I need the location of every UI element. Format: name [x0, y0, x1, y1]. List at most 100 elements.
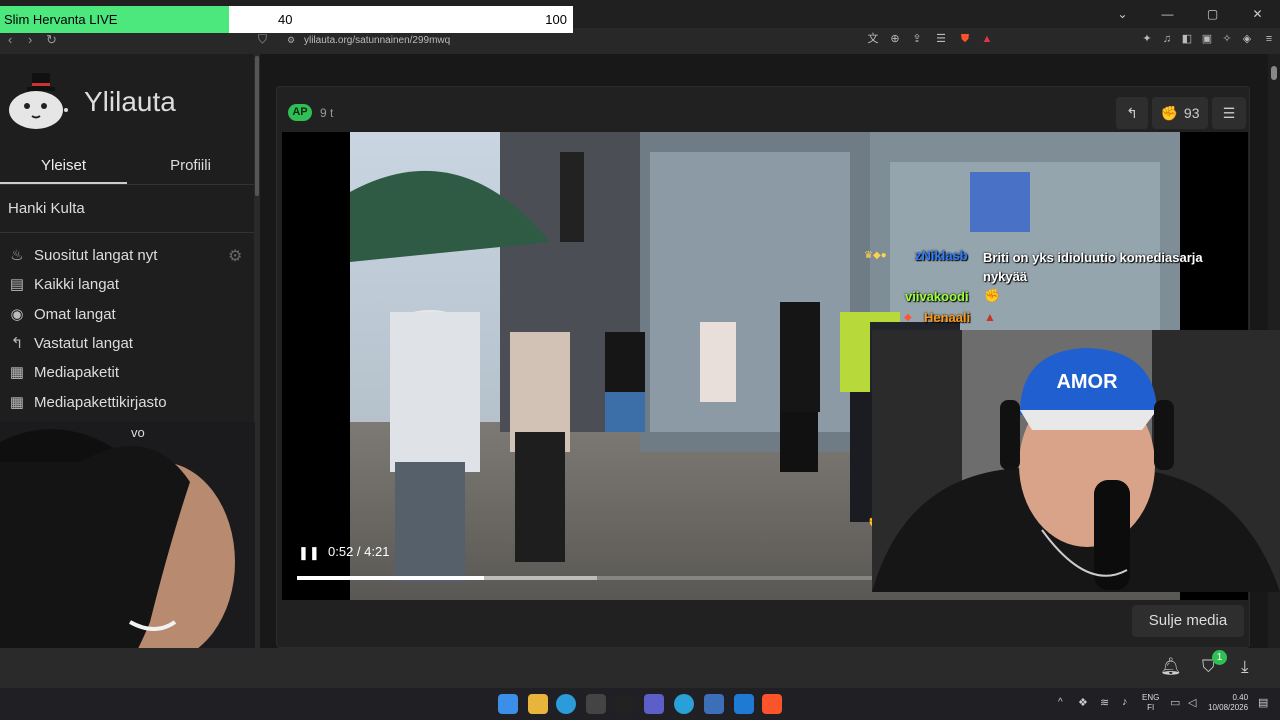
webcam-right: AMOR — [872, 330, 1280, 592]
sidebar-item-all-threads[interactable]: ▤ Kaikki langat — [8, 273, 119, 295]
sidebar-item-label: Mediapaketit — [34, 363, 120, 381]
get-gold-link[interactable]: Hanki Kulta — [8, 200, 85, 217]
file-explorer-icon[interactable] — [528, 694, 548, 714]
sidebar-item-label: Vastatut langat — [34, 334, 133, 352]
minimize-icon[interactable]: — — [1145, 0, 1190, 28]
app-icon[interactable] — [704, 694, 724, 714]
url-text[interactable]: ylilauta.org/satunnainen/299mwq — [304, 35, 450, 46]
emote-icon: ✊ — [984, 288, 1001, 303]
download-icon[interactable]: ⤓ — [1241, 657, 1249, 677]
upvote-button[interactable]: ✊ 93 — [1152, 97, 1208, 129]
display-icon[interactable]: ▭ — [1170, 696, 1180, 709]
tab-list-icon[interactable]: ⌄ — [1100, 0, 1145, 28]
reply-icon: ↰ — [10, 335, 24, 352]
zoom-icon[interactable]: ⊕ — [888, 32, 902, 46]
upvote-count: 93 — [1183, 105, 1200, 121]
taskbar — [0, 688, 1280, 720]
close-icon[interactable]: ✕ — [1235, 0, 1280, 28]
translate-icon[interactable]: 文 — [866, 32, 880, 46]
divider — [0, 232, 254, 233]
keyboard-language[interactable]: ENG FI — [1142, 693, 1159, 713]
op-badge: AP — [288, 104, 312, 121]
sidebar-item-label: Kaikki langat — [34, 275, 120, 293]
tab-profile[interactable]: Profiili — [127, 150, 254, 184]
post-age: 9 t — [320, 106, 334, 120]
sidebar-item-media-packs[interactable]: ▦ Mediapaketit — [8, 361, 119, 383]
reload-icon[interactable]: ↻ — [46, 32, 57, 48]
pause-icon[interactable]: ❚❚ — [298, 545, 320, 561]
chat-badges-icon: ♛◆● — [864, 250, 887, 261]
reader-icon[interactable]: ☰ — [934, 32, 948, 46]
store-icon[interactable] — [586, 694, 606, 714]
clock-time: 0.40 — [1232, 693, 1249, 702]
site-logo[interactable] — [6, 70, 70, 132]
stream-goal-bar: Slim Hervanta LIVE 40 100 — [0, 6, 573, 33]
sidebar-scrollbar-thumb[interactable] — [255, 56, 259, 196]
site-name[interactable]: Ylilauta — [84, 86, 176, 118]
clock-date: 10/08/2026 — [1208, 703, 1249, 712]
fist-icon: ✊ — [1160, 104, 1178, 121]
back-icon[interactable]: ‹ — [8, 32, 12, 47]
reply-button[interactable]: ↰ — [1116, 97, 1148, 129]
sidebar-item-replied-threads[interactable]: ↰ Vastatut langat — [8, 332, 133, 354]
system-clock[interactable]: 0.40 10/08/2026 — [1208, 693, 1248, 713]
list-icon: ▤ — [9, 276, 25, 293]
tray-chevron-icon[interactable]: ^ — [1058, 697, 1063, 708]
media-icon[interactable]: ♫ — [1160, 32, 1174, 46]
notifications-icon[interactable]: ▤ — [1258, 696, 1268, 709]
video-progress-fill — [297, 576, 484, 580]
emote-icon: ▲ — [984, 310, 996, 324]
network-icon[interactable]: ≋ — [1100, 696, 1109, 709]
site-info-icon[interactable]: ⚙ — [287, 35, 295, 46]
post-menu-button[interactable]: ☰ — [1212, 97, 1246, 129]
share-icon[interactable]: ⇪ — [910, 32, 924, 46]
app-icon[interactable] — [614, 694, 634, 714]
stream-goal-title: Slim Hervanta LIVE — [4, 12, 118, 27]
user-threads-icon: ◉ — [10, 306, 24, 323]
chat-username: zNiklasb — [915, 248, 968, 263]
stream-goal-target: 100 — [545, 12, 567, 27]
fire-icon: ♨ — [10, 247, 24, 264]
reply-icon: ↰ — [1126, 104, 1138, 121]
brave-shield-icon[interactable]: ⛊ — [958, 32, 972, 46]
extensions-icon[interactable]: ✦ — [1140, 32, 1154, 46]
edge-icon[interactable] — [556, 694, 576, 714]
language-code: ENG — [1142, 693, 1160, 702]
leo-icon[interactable]: ✧ — [1220, 32, 1234, 46]
microphone-icon[interactable]: ♪ — [1122, 696, 1128, 708]
bookmark-icon[interactable]: ⛉ — [258, 32, 267, 47]
chat-username: viivakoodi — [905, 289, 969, 304]
browser-menu-icon[interactable]: ≡ — [1262, 32, 1276, 46]
maximize-icon[interactable]: ▢ — [1190, 0, 1235, 28]
volume-icon[interactable]: ◁ — [1188, 696, 1196, 709]
vscode-icon[interactable] — [734, 694, 754, 714]
vpn-icon[interactable]: ◈ — [1240, 32, 1254, 46]
sidebar-item-label: Suositut langat nyt — [34, 246, 158, 264]
sidebar-partial-text: vo — [131, 425, 145, 440]
telegram-icon[interactable] — [674, 694, 694, 714]
dropbox-icon[interactable]: ❖ — [1078, 696, 1088, 709]
close-media-button[interactable]: Sulje media — [1132, 605, 1244, 637]
sidebar-toggle-icon[interactable]: ◧ — [1180, 32, 1194, 46]
sidebar-item-popular[interactable]: ♨ Suositut langat nyt — [8, 244, 157, 266]
chat-badge-icon: ◆ — [904, 312, 912, 323]
sidebar-item-own-threads[interactable]: ◉ Omat langat — [8, 303, 116, 325]
svg-text:AMOR: AMOR — [1056, 371, 1118, 393]
sidebar-item-label: Mediapakettikirjasto — [34, 393, 167, 411]
media-pack-icon: ▦ — [9, 364, 25, 381]
bell-icon[interactable]: 🔔︎ — [1160, 657, 1182, 677]
divider — [0, 184, 254, 185]
video-time: 0:52 / 4:21 — [328, 544, 390, 559]
forward-icon[interactable]: › — [28, 32, 32, 47]
teams-icon[interactable] — [644, 694, 664, 714]
page-scrollbar-thumb[interactable] — [1271, 66, 1277, 80]
start-icon[interactable] — [498, 694, 518, 714]
stream-goal-current: 40 — [278, 12, 293, 27]
sidebar-item-media-library[interactable]: ▦ Mediapakettikirjasto — [8, 391, 167, 413]
brave-icon[interactable] — [762, 694, 782, 714]
tab-general[interactable]: Yleiset — [0, 150, 127, 184]
gear-icon[interactable]: ⚙ — [228, 246, 242, 266]
brave-rewards-icon[interactable]: ▲ — [980, 32, 994, 46]
wallet-icon[interactable]: ▣ — [1200, 32, 1214, 46]
sidebar-item-label: Omat langat — [34, 305, 116, 323]
